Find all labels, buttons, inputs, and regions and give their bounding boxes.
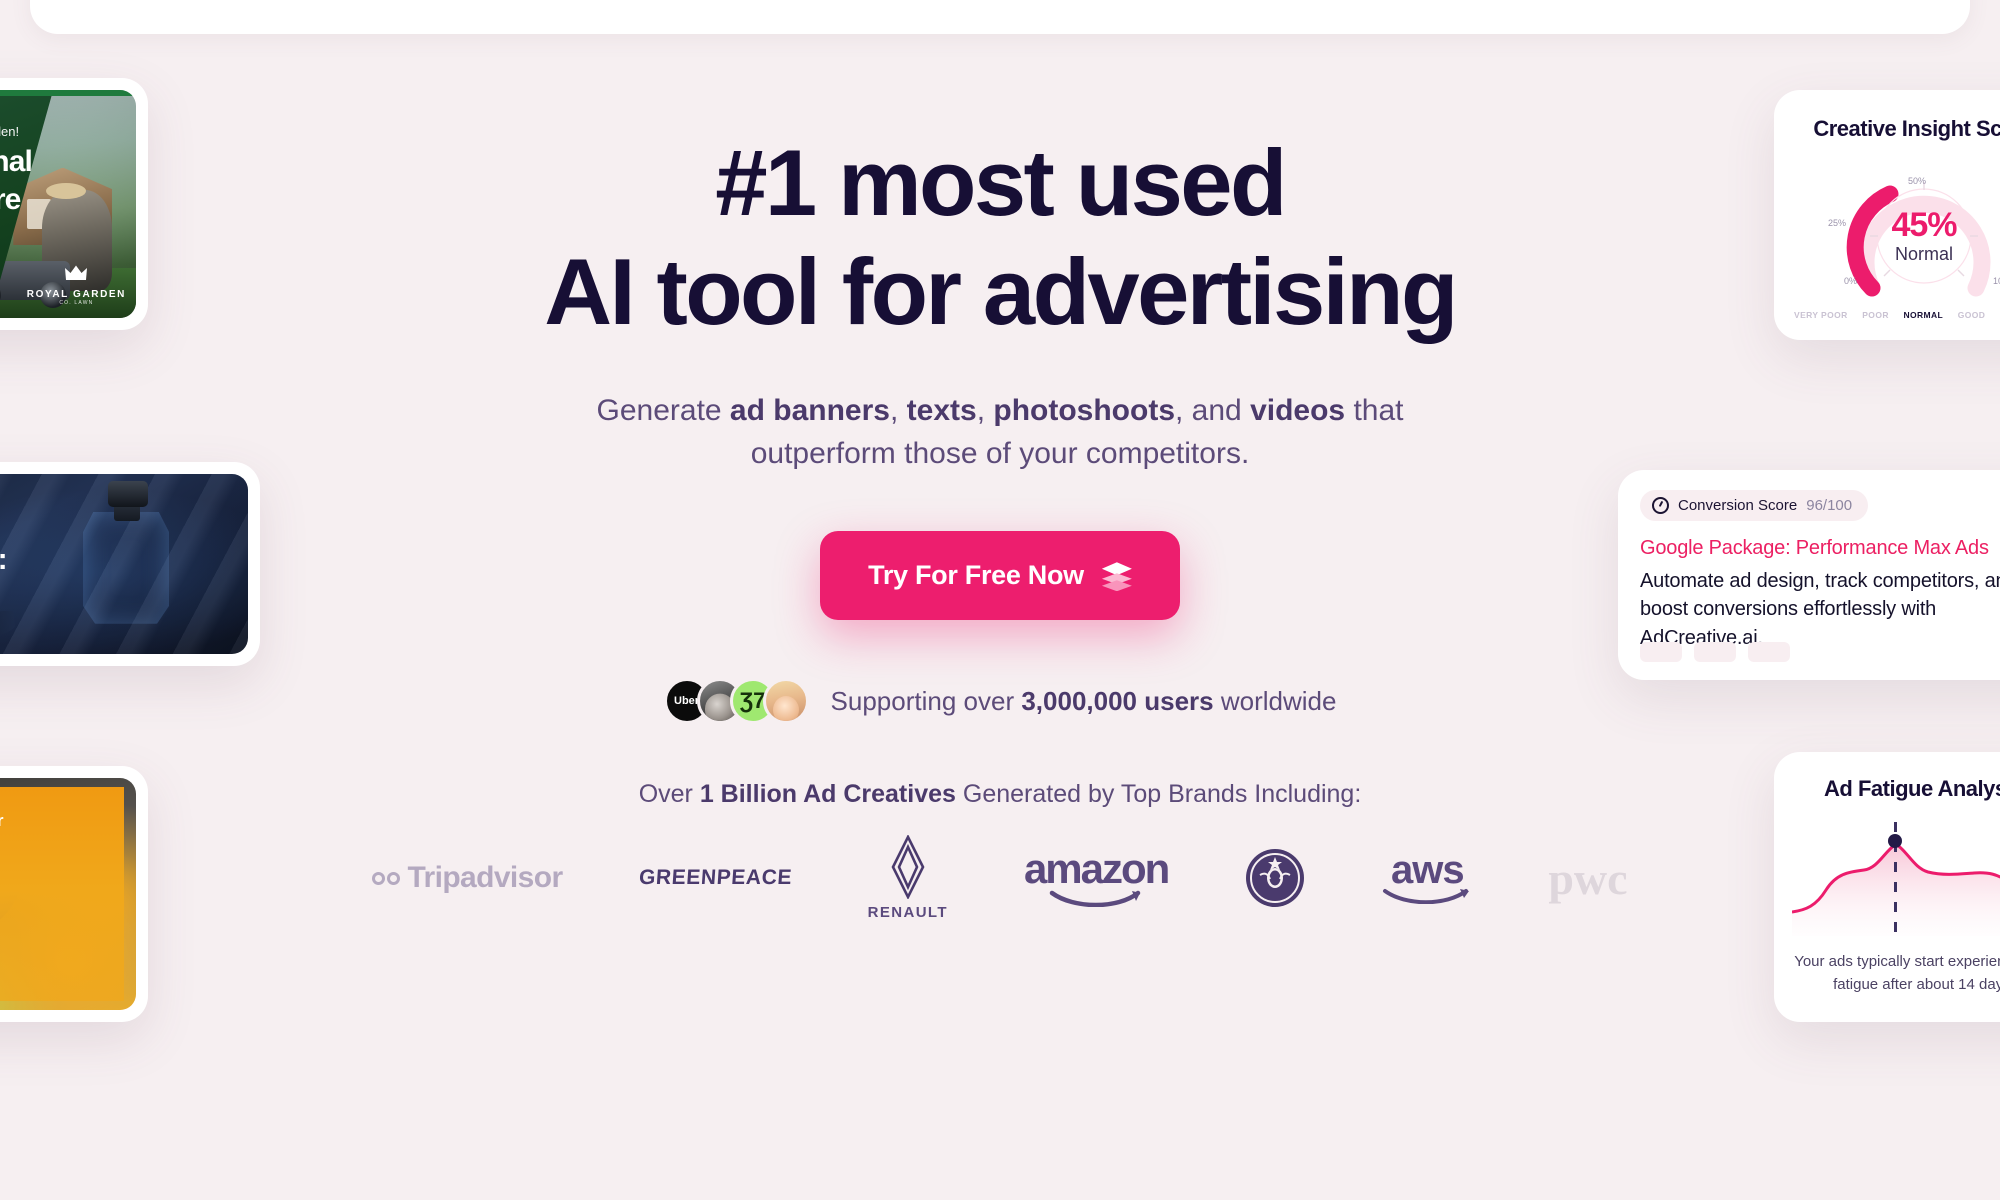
- amazon-logo: amazon: [1023, 845, 1170, 908]
- conversion-score-value: 96/100: [1806, 497, 1853, 514]
- social-text-suffix: worldwide: [1213, 685, 1337, 716]
- tripadvisor-logo: Tripadvisor: [372, 861, 563, 895]
- uber-avatar-label: Uber: [674, 695, 700, 708]
- greenpeace-logo: GREENPEACE: [637, 866, 793, 890]
- social-proof-text: Supporting over 3,000,000 users worldwid…: [831, 686, 1337, 717]
- sub-text-2: ,: [889, 394, 907, 428]
- renault-label: RENAULT: [867, 904, 948, 922]
- try-for-free-button[interactable]: Try For Free Now: [820, 531, 1180, 621]
- scale-very-poor: VERY POOR: [1794, 310, 1848, 320]
- conversion-placeholder-pills: [1640, 642, 1790, 662]
- wise-avatar-label: Ʒ7: [739, 688, 766, 714]
- social-user-count: 3,000,000 users: [1021, 685, 1214, 716]
- brands-caption-prefix: Over: [638, 780, 700, 809]
- sub-bold-texts: texts: [906, 394, 977, 428]
- placeholder-pill-2: [1694, 642, 1736, 662]
- hero-title-line-2: AI tool for advertising: [544, 239, 1458, 345]
- conversion-score-label: Conversion Score: [1678, 497, 1798, 514]
- amazon-smile-icon: [1049, 890, 1141, 908]
- creative-insight-title: Creative Insight Score: [1813, 116, 2000, 141]
- starbucks-siren-icon: [1246, 849, 1305, 908]
- placeholder-pill-1: [1640, 642, 1682, 662]
- brands-caption: Over 1 Billion Ad Creatives Generated by…: [0, 780, 2000, 809]
- renault-diamond-icon: [891, 835, 925, 900]
- starbucks-logo: [1244, 847, 1306, 909]
- page-root: your home garden! fessional wn Care ROYA…: [0, 0, 2000, 1200]
- sub-bold-ad-banners: ad banners: [729, 394, 890, 428]
- sub-bold-photoshoots: photoshoots: [993, 394, 1176, 428]
- layers-icon: [1101, 562, 1132, 592]
- creative-insight-gauge: 45% Normal 0% 25% 50% 75% 100%: [1826, 160, 2000, 300]
- person-avatar-2: [762, 678, 809, 725]
- sub-bold-videos: videos: [1250, 394, 1346, 428]
- scale-poor: POOR: [1862, 310, 1889, 320]
- scale-normal: NORMAL: [1903, 310, 1944, 320]
- pwc-label: pwc: [1548, 852, 1628, 904]
- ad-fatigue-note: Your ads typically start experiencing ad…: [1794, 953, 2000, 994]
- placeholder-pill-3: [1748, 642, 1790, 662]
- social-text-prefix: Supporting over: [830, 685, 1022, 716]
- sub-text-5: that: [1345, 394, 1404, 428]
- page-title: #1 most used AI tool for advertising: [0, 128, 2000, 346]
- creative-insight-score-card[interactable]: Creative Insight Score 45% Normal 0% 25%…: [1774, 90, 2000, 340]
- scale-good: GOOD: [1957, 310, 1986, 320]
- gauge-tick-100: 100%: [1992, 276, 2000, 286]
- aws-logo: aws: [1382, 848, 1472, 905]
- fatigue-peak-marker: [1888, 834, 1902, 848]
- conversion-score-badge: Conversion Score 96/100: [1640, 490, 1869, 521]
- conversion-headline: Google Package: Performance Max Ads: [1640, 537, 1989, 559]
- brands-caption-highlight: 1 Billion Ad Creatives: [699, 780, 956, 809]
- speedometer-icon: [1652, 497, 1669, 514]
- conversion-body-text: Automate ad design, track competitors, a…: [1640, 570, 2000, 649]
- sub-text-3: ,: [976, 394, 994, 428]
- gauge-tick-50: 50%: [1908, 176, 1927, 186]
- creative-insight-value: 45%: [1891, 206, 1957, 244]
- conversion-score-card[interactable]: Conversion Score 96/100 Google Package: …: [1618, 470, 2000, 680]
- ad-fatigue-title: Ad Fatigue Analysis: [1824, 776, 2000, 801]
- sub-text-1: Generate: [596, 394, 730, 428]
- renault-logo: RENAULT: [868, 835, 948, 921]
- creative-insight-status: Normal: [1894, 244, 1953, 264]
- hero-subtitle-line-2: outperform those of your competitors.: [750, 436, 1250, 470]
- avatar-group: Uber Ʒ7: [663, 678, 809, 725]
- creative-insight-scale: VERY POOR POOR NORMAL GOOD EXCELLENT: [1792, 310, 2000, 320]
- social-proof-row: Uber Ʒ7 Supporting over 3,000,000 users …: [0, 678, 2000, 725]
- tripadvisor-label: Tripadvisor: [407, 861, 563, 895]
- hero-title-line-1: #1 most used: [715, 130, 1287, 235]
- amazon-label: amazon: [1023, 845, 1170, 893]
- hero-subtitle: Generate ad banners, texts, photoshoots,…: [0, 390, 2000, 475]
- pwc-logo: pwc: [1548, 852, 1627, 905]
- ad-fatigue-analysis-card[interactable]: Ad Fatigue Analysis Your ads typically s…: [1774, 752, 2000, 1022]
- aws-label: aws: [1391, 848, 1465, 893]
- aws-smile-icon: [1383, 889, 1470, 905]
- brands-caption-suffix: Generated by Top Brands Including:: [955, 780, 1362, 809]
- gauge-tick-25: 25%: [1828, 218, 1847, 228]
- greenpeace-label: GREENPEACE: [637, 866, 793, 890]
- try-for-free-label: Try For Free Now: [868, 560, 1084, 591]
- brand-logos-row: Tripadvisor GREENPEACE RENAULT amazon aw…: [0, 835, 2000, 921]
- sub-text-4: , and: [1175, 394, 1251, 428]
- ad-fatigue-chart: [1791, 816, 2000, 936]
- hero-section: #1 most used AI tool for advertising Gen…: [0, 0, 2000, 921]
- tripadvisor-owl-icon: [372, 871, 401, 885]
- gauge-tick-0: 0%: [1844, 276, 1858, 286]
